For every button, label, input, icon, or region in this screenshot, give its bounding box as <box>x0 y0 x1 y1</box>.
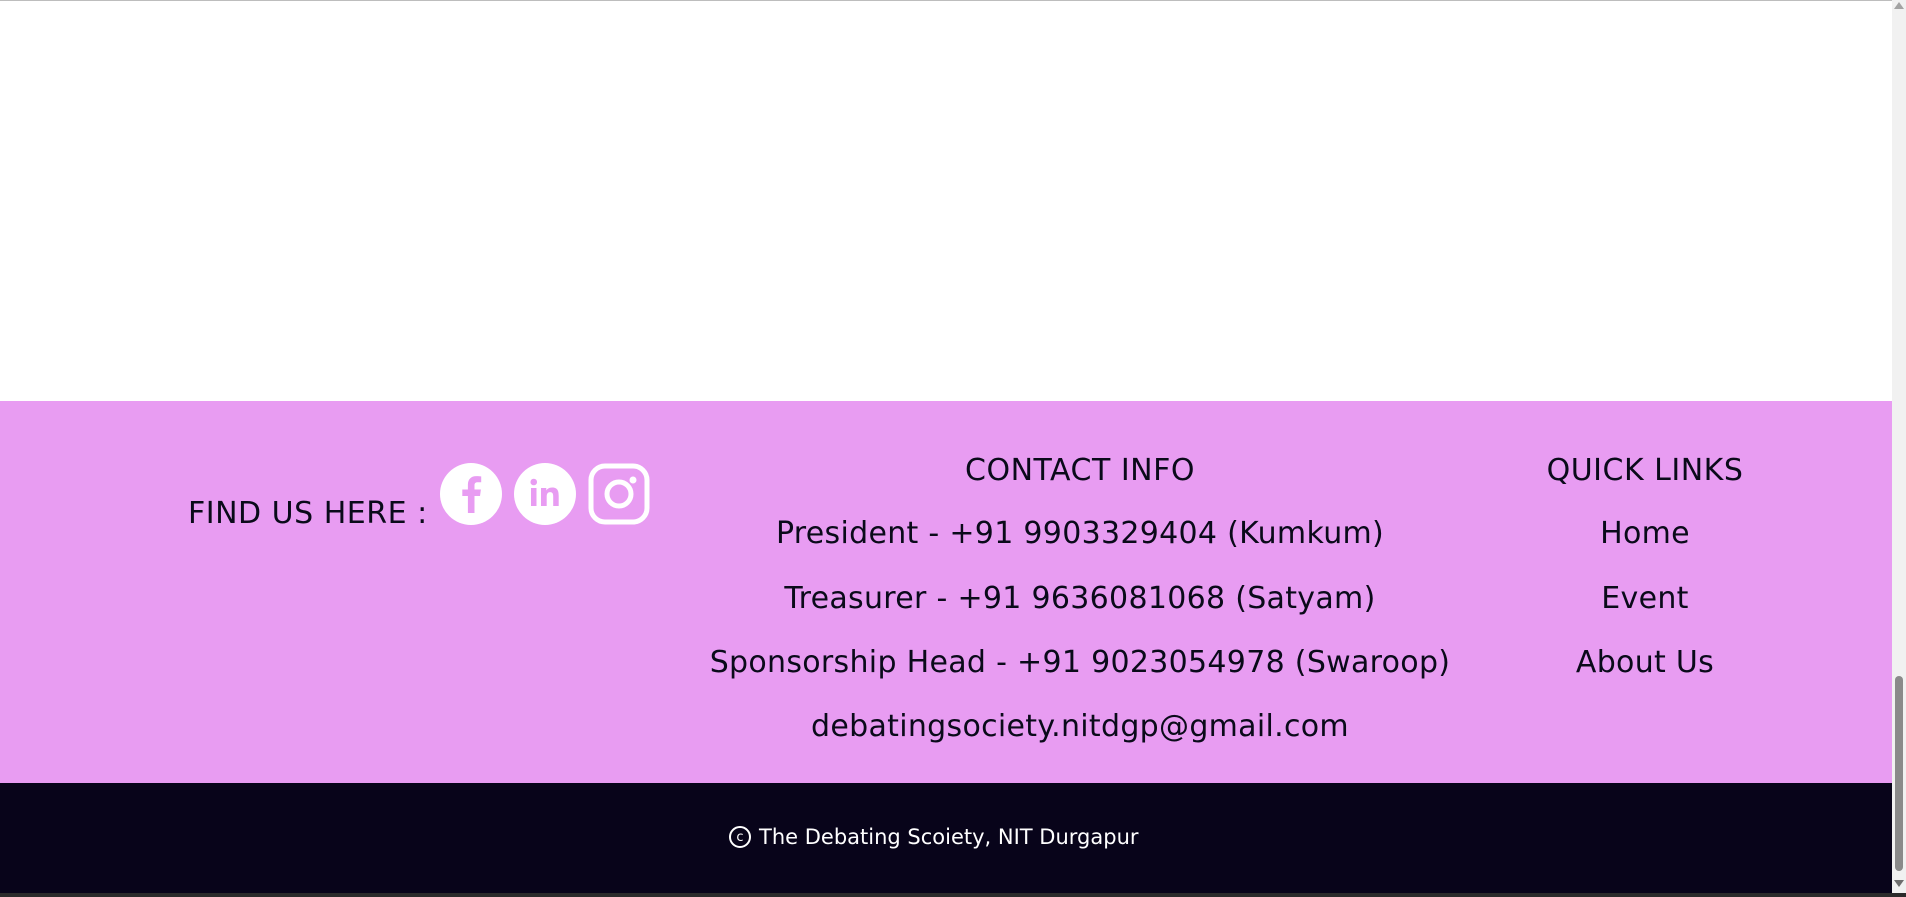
scroll-up-arrow-icon[interactable] <box>1894 2 1904 9</box>
copyright-bar: c The Debating Scoiety, NIT Durgapur <box>0 783 1892 893</box>
quick-link-about-us[interactable]: About Us <box>1520 645 1770 680</box>
vertical-scrollbar[interactable] <box>1892 0 1906 893</box>
main-content-blank <box>0 1 1892 401</box>
linkedin-link[interactable] <box>514 463 576 525</box>
contact-president: President - +91 9903329404 (Kumkum) <box>775 516 1385 551</box>
instagram-icon <box>588 463 650 525</box>
find-us-label: FIND US HERE : <box>188 496 428 531</box>
quick-links-heading: QUICK LINKS <box>1546 453 1744 488</box>
scroll-down-arrow-icon[interactable] <box>1894 880 1904 887</box>
quick-link-home[interactable]: Home <box>1520 516 1770 551</box>
window-bottom-edge <box>0 893 1906 897</box>
contact-treasurer: Treasurer - +91 9636081068 (Satyam) <box>784 581 1376 616</box>
copyright-icon: c <box>729 826 751 848</box>
contact-info-heading: CONTACT INFO <box>965 453 1195 488</box>
contact-email[interactable]: debatingsociety.nitdgp@gmail.com <box>680 709 1480 744</box>
linkedin-icon <box>514 463 576 525</box>
copyright-text: The Debating Scoiety, NIT Durgapur <box>759 825 1139 849</box>
scrollbar-thumb[interactable] <box>1895 676 1903 871</box>
instagram-link[interactable] <box>588 463 650 525</box>
contact-sponsorship-head: Sponsorship Head - +91 9023054978 (Swaro… <box>709 645 1451 680</box>
copyright-notice: c The Debating Scoiety, NIT Durgapur <box>729 825 1139 849</box>
facebook-icon <box>440 463 502 525</box>
site-footer: FIND US HERE : CONTACT INFO President - … <box>0 401 1892 783</box>
facebook-link[interactable] <box>440 463 502 525</box>
quick-link-event[interactable]: Event <box>1520 581 1770 616</box>
